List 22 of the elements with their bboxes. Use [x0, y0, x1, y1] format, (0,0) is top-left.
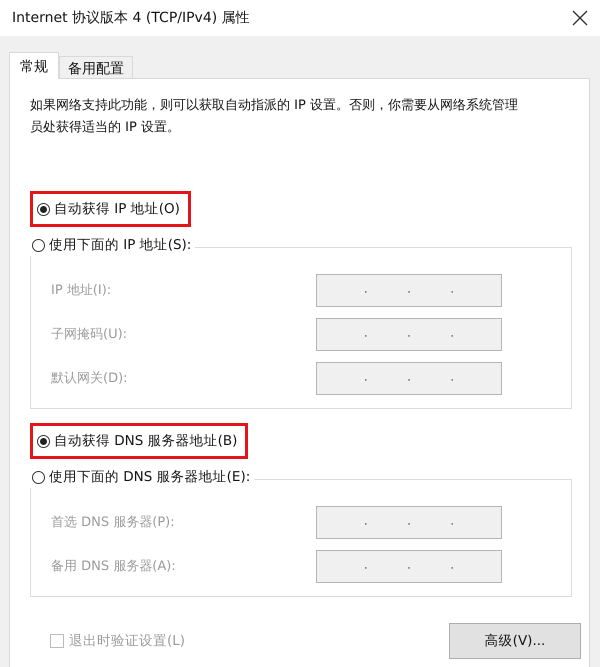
ip-address-field[interactable]	[316, 506, 502, 538]
tab[interactable]: 常规	[9, 52, 59, 79]
radio-button[interactable]	[32, 470, 45, 484]
radio-button[interactable]	[37, 202, 50, 216]
advanced-button[interactable]: 高级(V)...	[449, 623, 581, 659]
radio-button[interactable]	[37, 434, 50, 448]
tab[interactable]: 备用配置	[59, 56, 133, 78]
field-label: IP 地址(I):	[51, 282, 112, 299]
ip-address-field[interactable]	[316, 274, 502, 306]
field-label: 首选 DNS 服务器(P):	[51, 514, 176, 531]
ip-address-field[interactable]	[316, 318, 502, 350]
window-title: Internet 协议版本 4 (TCP/IPv4) 属性	[12, 9, 250, 27]
radio-option[interactable]: 自动获得 DNS 服务器地址(B)	[30, 423, 248, 459]
field-label: 默认网关(D):	[51, 370, 129, 387]
close-icon[interactable]	[572, 10, 588, 26]
description-text: 如果网络支持此功能，则可以获取自动指派的 IP 设置。否则，你需要从网络系统管理员处获得适当的 IP 设置。	[30, 97, 519, 137]
ip-address-field[interactable]	[316, 550, 502, 582]
field-label: 备用 DNS 服务器(A):	[51, 558, 177, 575]
field-label: 子网掩码(U):	[51, 326, 128, 343]
ip-address-field[interactable]	[316, 362, 502, 394]
radio-button[interactable]	[32, 238, 45, 252]
radio-option[interactable]: 自动获得 IP 地址(O)	[30, 191, 191, 227]
